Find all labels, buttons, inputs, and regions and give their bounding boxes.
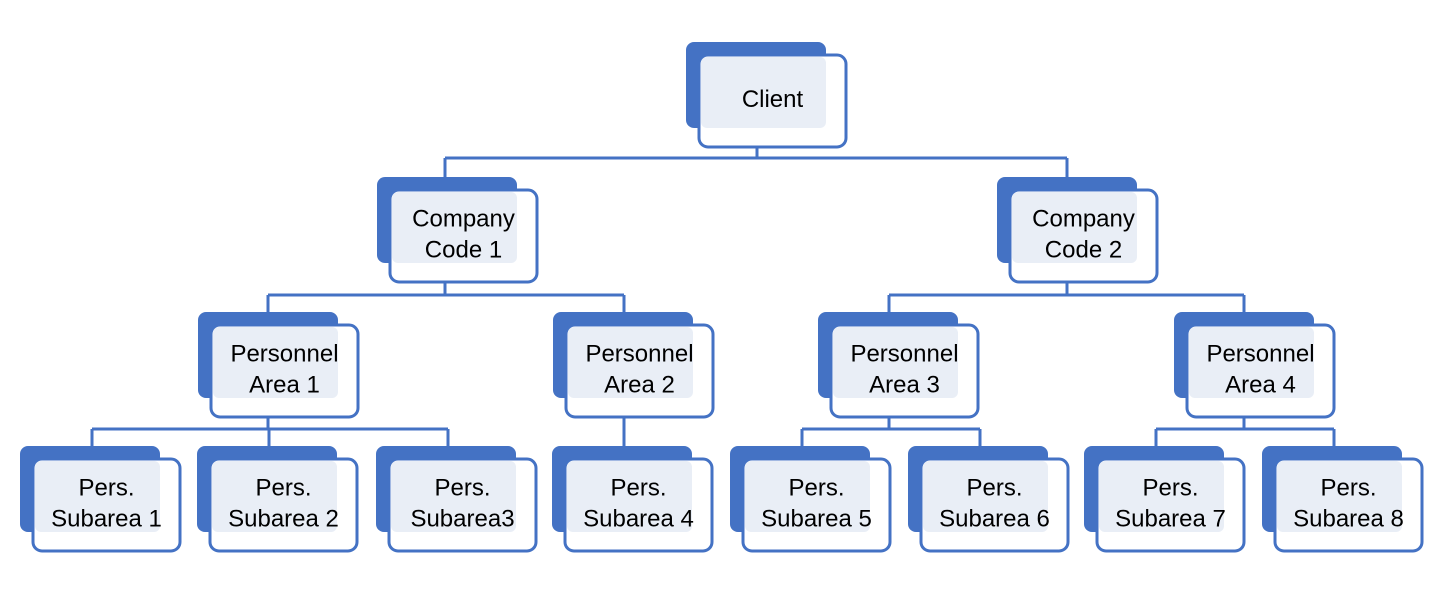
node-ps2: Pers. Subarea 2 bbox=[197, 446, 359, 553]
node-ps7: Pers. Subarea 7 bbox=[1084, 446, 1246, 553]
node-label: Company bbox=[412, 206, 515, 233]
node-label: Subarea 6 bbox=[939, 506, 1050, 533]
node-cc1: Company Code 1 bbox=[377, 177, 539, 284]
node-pa1: Personnel Area 1 bbox=[198, 312, 360, 419]
node-pa4: Personnel Area 4 bbox=[1174, 312, 1336, 419]
org-hierarchy-diagram: Client Company Code 1 Company Code 2 Personne… bbox=[0, 0, 1444, 596]
node-label: Pers. bbox=[78, 475, 134, 502]
node-cc2: Company Code 2 bbox=[997, 177, 1159, 284]
node-label: Pers. bbox=[255, 475, 311, 502]
node-ps4: Pers. Subarea 4 bbox=[552, 446, 714, 553]
node-label: Area 2 bbox=[604, 372, 675, 399]
node-label: Personnel bbox=[850, 341, 958, 368]
node-label: Pers. bbox=[966, 475, 1022, 502]
node-label: Area 3 bbox=[869, 372, 940, 399]
node-ps6: Pers. Subarea 6 bbox=[908, 446, 1070, 553]
node-label: Pers. bbox=[1320, 475, 1376, 502]
node-label: Company bbox=[1032, 206, 1135, 233]
node-label: Subarea 8 bbox=[1293, 506, 1404, 533]
node-label: Subarea 5 bbox=[761, 506, 872, 533]
node-label: Subarea 7 bbox=[1115, 506, 1226, 533]
node-label: Personnel bbox=[585, 341, 693, 368]
node-label: Subarea3 bbox=[410, 506, 514, 533]
diagram-canvas: Client Company Code 1 Company Code 2 Personne… bbox=[20, 42, 1424, 553]
node-label: Client bbox=[742, 86, 804, 113]
node-ps5: Pers. Subarea 5 bbox=[730, 446, 892, 553]
node-client: Client bbox=[686, 42, 848, 149]
node-label: Pers. bbox=[1142, 475, 1198, 502]
node-pa2: Personnel Area 2 bbox=[553, 312, 715, 419]
node-label: Personnel bbox=[230, 341, 338, 368]
node-label: Subarea 4 bbox=[583, 506, 694, 533]
node-label: Subarea 2 bbox=[228, 506, 339, 533]
node-label: Code 1 bbox=[425, 237, 502, 264]
node-label: Personnel bbox=[1206, 341, 1314, 368]
node-pa3: Personnel Area 3 bbox=[818, 312, 980, 419]
node-label: Pers. bbox=[610, 475, 666, 502]
node-label: Pers. bbox=[788, 475, 844, 502]
node-label: Area 1 bbox=[249, 372, 320, 399]
node-label: Area 4 bbox=[1225, 372, 1296, 399]
node-ps8: Pers. Subarea 8 bbox=[1262, 446, 1424, 553]
node-ps3: Pers. Subarea3 bbox=[376, 446, 538, 553]
node-ps1: Pers. Subarea 1 bbox=[20, 446, 182, 553]
node-label: Pers. bbox=[434, 475, 490, 502]
node-label: Subarea 1 bbox=[51, 506, 162, 533]
node-label: Code 2 bbox=[1045, 237, 1122, 264]
